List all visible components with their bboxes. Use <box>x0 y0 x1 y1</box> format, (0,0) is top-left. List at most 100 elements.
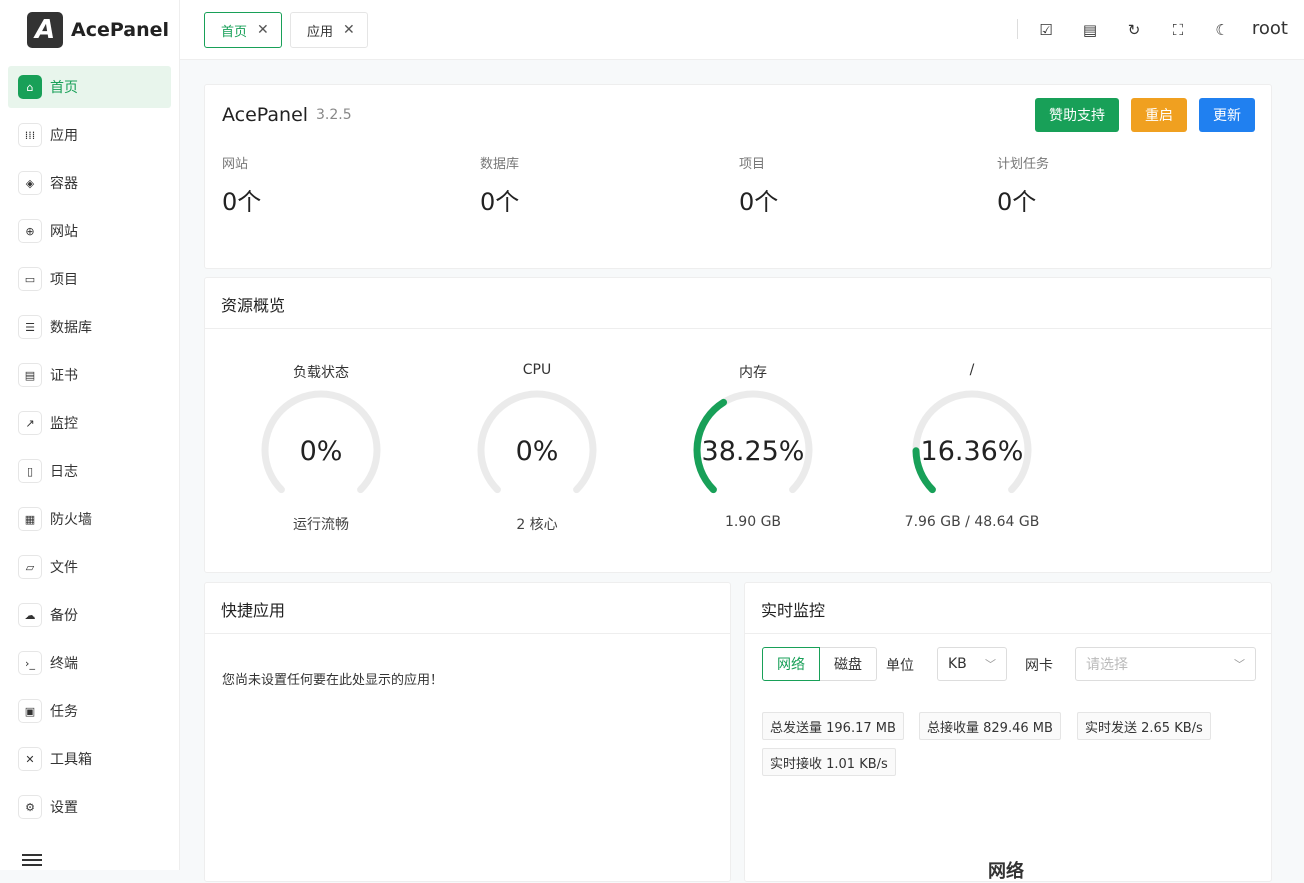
sidebar-item-9[interactable]: ▦ 防火墙 <box>8 498 171 540</box>
document-icon: ▯ <box>18 459 42 483</box>
segment-network[interactable]: 网络 <box>762 647 820 681</box>
chart-line-icon: ↗ <box>18 411 42 435</box>
sidebar-item-label: 容器 <box>50 176 78 192</box>
task-icon: ▣ <box>18 699 42 723</box>
card-title: 实时监控 <box>761 601 826 620</box>
sidebar-item-14[interactable]: ✕ 工具箱 <box>8 738 171 780</box>
nic-placeholder: 请选择 <box>1086 657 1128 673</box>
firewall-icon: ▦ <box>18 507 42 531</box>
sidebar-item-1[interactable]: ⁞⁞⁞ 应用 <box>8 114 171 156</box>
gauge-value: 38.25% <box>702 436 805 467</box>
fullscreen-icon[interactable]: ⛶ <box>1167 19 1189 41</box>
chevron-down-icon: ﹀ <box>1234 658 1245 671</box>
sidebar-item-11[interactable]: ☁ 备份 <box>8 594 171 636</box>
acepanel-logo-icon: A <box>27 12 63 48</box>
stat-label: 网站 <box>222 157 249 172</box>
tab-apps[interactable]: 应用 ✕ <box>290 12 368 48</box>
stat-projects[interactable]: 项目 0个 <box>739 153 778 217</box>
file-icon[interactable]: ▤ <box>1079 19 1101 41</box>
header-divider <box>1017 19 1018 39</box>
nic-label: 网卡 <box>1025 658 1053 674</box>
folder-stack-icon: ▭ <box>18 267 42 291</box>
globe-icon: ⊕ <box>18 219 42 243</box>
sidebar-item-5[interactable]: ☰ 数据库 <box>8 306 171 348</box>
gauge-value: 0% <box>516 436 559 467</box>
gauge-ring: 0% <box>477 390 597 494</box>
sidebar-item-label: 网站 <box>50 224 78 240</box>
sidebar-item-4[interactable]: ▭ 项目 <box>8 258 171 300</box>
sidebar-item-2[interactable]: ◈ 容器 <box>8 162 171 204</box>
segment-disk[interactable]: 磁盘 <box>820 647 877 681</box>
stat-tag-realtime-received: 实时接收 1.01 KB/s <box>762 748 896 776</box>
gauge-sub: 2 核心 <box>516 517 558 533</box>
quick-apps-card: 快捷应用 您尚未设置任何要在此处显示的应用！ <box>204 582 731 882</box>
home-icon: ⌂ <box>18 75 42 99</box>
refresh-icon[interactable]: ↻ <box>1123 19 1145 41</box>
sidebar-item-label: 证书 <box>50 368 78 384</box>
stat-websites[interactable]: 网站 0个 <box>222 153 261 217</box>
gauge-label: 负载状态 <box>293 365 349 381</box>
chevron-down-icon: ﹀ <box>985 658 996 671</box>
gauge-value: 16.36% <box>921 436 1024 467</box>
sidebar-item-7[interactable]: ↗ 监控 <box>8 402 171 444</box>
sidebar-item-8[interactable]: ▯ 日志 <box>8 450 171 492</box>
moon-icon[interactable]: ☾ <box>1211 19 1233 41</box>
layers-icon: ◈ <box>18 171 42 195</box>
stat-value: 0个 <box>480 188 520 216</box>
sidebar: A AcePanel ⌂ 首页 ⁞⁞⁞ 应用 ◈ 容器 ⊕ 网站 ▭ 项目 ☰ 数据库 ▤ 证书 ↗ 监控 ▯ 日… <box>0 0 180 870</box>
unit-select[interactable]: KB ﹀ <box>937 647 1007 681</box>
card-title: 资源概览 <box>221 296 286 315</box>
terminal-icon: ›_ <box>18 651 42 675</box>
restart-button[interactable]: 重启 <box>1131 98 1187 132</box>
sidebar-item-13[interactable]: ▣ 任务 <box>8 690 171 732</box>
sidebar-item-label: 数据库 <box>50 320 92 336</box>
sidebar-item-label: 监控 <box>50 416 78 432</box>
app-name: AcePanel <box>222 104 309 126</box>
update-button[interactable]: 更新 <box>1199 98 1255 132</box>
close-icon[interactable]: ✕ <box>257 22 269 38</box>
stat-value: 0个 <box>222 188 262 216</box>
sidebar-item-15[interactable]: ⚙ 设置 <box>8 786 171 828</box>
card-title: 快捷应用 <box>221 601 286 620</box>
gauge-memory: 内存 38.25% 1.90 GB <box>663 362 843 530</box>
empty-message: 您尚未设置任何要在此处显示的应用！ <box>222 673 444 688</box>
monitor-type-switch: 网络 磁盘 <box>762 647 877 681</box>
realtime-monitor-card: 实时监控 网络 磁盘 单位 KB ﹀ 网卡 请选择 ﹀ 总发送量 196.17 … <box>744 582 1272 882</box>
sidebar-item-10[interactable]: ▱ 文件 <box>8 546 171 588</box>
sidebar-item-label: 防火墙 <box>50 512 92 528</box>
stat-tag-total-received: 总接收量 829.46 MB <box>919 712 1061 740</box>
database-icon: ☰ <box>18 315 42 339</box>
stat-databases[interactable]: 数据库 0个 <box>480 153 519 217</box>
sidebar-item-label: 设置 <box>50 800 78 816</box>
stat-tag-realtime-sent: 实时发送 2.65 KB/s <box>1077 712 1211 740</box>
stat-value: 0个 <box>739 188 779 216</box>
sidebar-item-label: 备份 <box>50 608 78 624</box>
card-header: 快捷应用 <box>205 583 730 634</box>
gauge-ring: 0% <box>261 390 381 494</box>
stat-cron-tasks[interactable]: 计划任务 0个 <box>997 153 1049 217</box>
close-icon[interactable]: ✕ <box>343 22 355 38</box>
nic-select[interactable]: 请选择 ﹀ <box>1075 647 1256 681</box>
gauge-sub: 运行流畅 <box>293 517 349 533</box>
gauge-ring: 16.36% <box>912 390 1032 494</box>
card-header: 实时监控 <box>745 583 1271 634</box>
collapse-sidebar-icon[interactable] <box>22 854 42 868</box>
tab-label: 首页 <box>221 24 248 40</box>
sidebar-item-6[interactable]: ▤ 证书 <box>8 354 171 396</box>
gauge-disk: / 16.36% 7.96 GB / 48.64 GB <box>882 362 1062 530</box>
gauge-cpu: CPU 0% 2 核心 <box>447 362 627 534</box>
sidebar-item-3[interactable]: ⊕ 网站 <box>8 210 171 252</box>
tab-home[interactable]: 首页 ✕ <box>204 12 282 48</box>
overview-card: AcePanel 3.2.5 赞助支持 重启 更新 网站 0个 数据库 0个 项… <box>204 84 1272 269</box>
card-header: 资源概览 <box>205 278 1271 329</box>
sidebar-item-12[interactable]: ›_ 终端 <box>8 642 171 684</box>
sponsor-button[interactable]: 赞助支持 <box>1035 98 1119 132</box>
user-menu[interactable]: root <box>1252 18 1288 39</box>
tools-icon: ✕ <box>18 747 42 771</box>
checkbox-icon[interactable]: ☑ <box>1035 19 1057 41</box>
sidebar-item-label: 首页 <box>50 80 78 96</box>
tab-label: 应用 <box>307 24 334 40</box>
gauge-label: 内存 <box>739 365 767 381</box>
logo[interactable]: A AcePanel <box>0 0 179 60</box>
sidebar-item-0[interactable]: ⌂ 首页 <box>8 66 171 108</box>
